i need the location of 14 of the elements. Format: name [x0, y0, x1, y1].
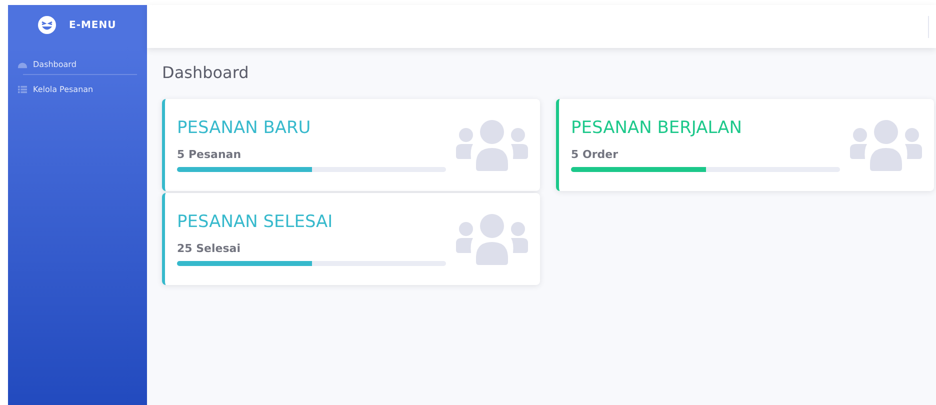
card-title: PESANAN SELESAI [177, 212, 334, 232]
page-title: Dashboard [162, 63, 250, 84]
card-subtitle: 5 Pesanan [177, 148, 242, 161]
brand-name: E-MENU [69, 20, 116, 30]
users-icon [850, 119, 922, 171]
users-icon [456, 213, 528, 265]
card-subtitle: 25 Selesai [177, 242, 242, 255]
card-title: PESANAN BARU [177, 118, 312, 138]
gauge-icon [18, 60, 27, 68]
card-subtitle: 5 Order [571, 148, 620, 161]
list-icon [18, 84, 27, 94]
card-title: PESANAN BERJALAN [571, 118, 743, 138]
users-icon [456, 119, 528, 171]
laughing-face-icon [37, 15, 57, 35]
